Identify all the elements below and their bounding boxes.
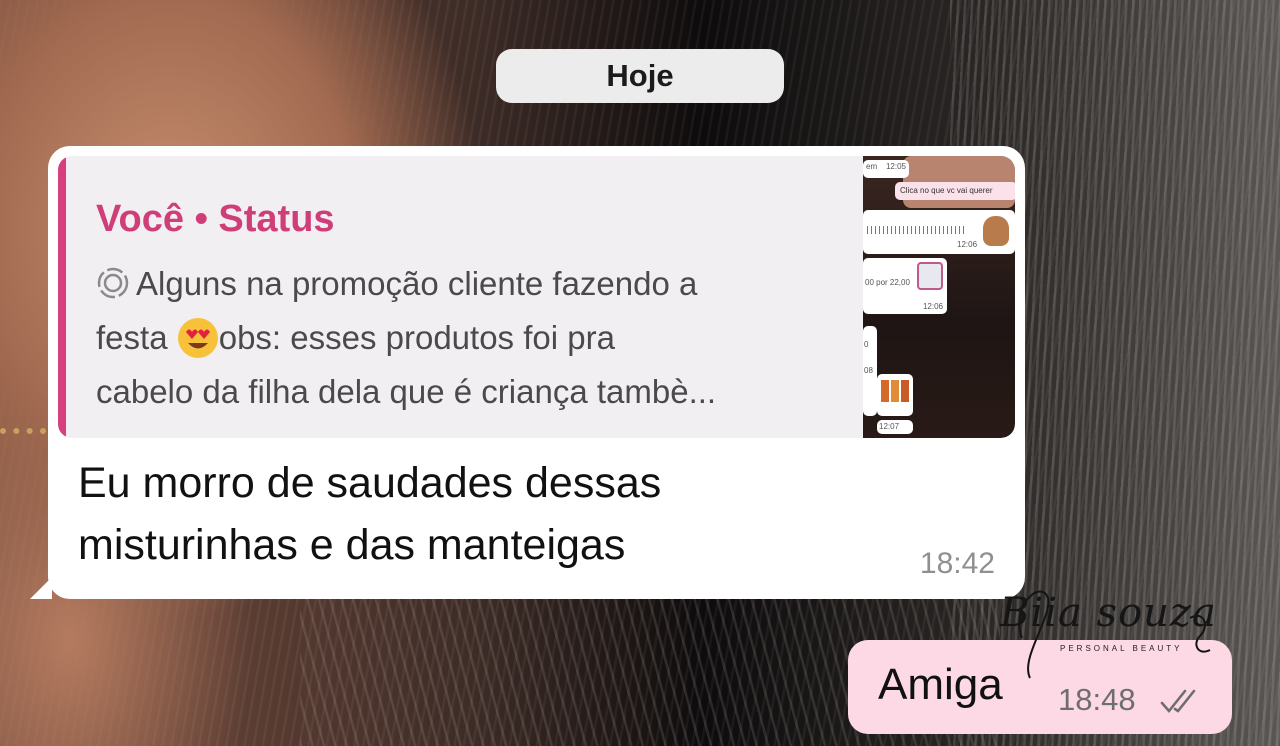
quote-sender: Você • Status xyxy=(96,198,335,240)
incoming-message-text: Eu morro de saudades dessas misturinhas … xyxy=(78,452,818,576)
teddy-bear-icon xyxy=(983,216,1009,246)
thumbnail-price-bubble: 00 por 22,00 12:06 xyxy=(863,258,947,314)
thumbnail-products-image xyxy=(877,374,913,416)
incoming-message-bubble[interactable]: Você • Status Alguns na promoção cliente… xyxy=(30,146,1025,599)
status-ring-icon xyxy=(97,267,129,299)
thumbnail-bubble: em 12:05 xyxy=(863,160,909,178)
quote-accent-bar xyxy=(58,156,66,438)
quote-snippet: Alguns na promoção cliente fazendo a fes… xyxy=(96,257,836,419)
outgoing-message-text: Amiga xyxy=(878,660,1003,709)
thumbnail-bubble: Clica no que vc vai querer xyxy=(895,182,1015,200)
message-line-2: misturinhas e das manteigas xyxy=(78,521,626,569)
thumbnail-products-bubble: 0 08 xyxy=(863,326,877,416)
heart-eyes-emoji-icon xyxy=(177,318,218,358)
watermark-logo: Biia souza PERSONAL BEAUTY xyxy=(1000,578,1230,698)
thumbnail-audio-bubble: 12:06 xyxy=(863,210,1015,254)
thumbnail-time-bubble: 12:07 xyxy=(877,420,913,434)
watermark-subtitle: PERSONAL BEAUTY xyxy=(1060,644,1183,653)
date-divider-label: Hoje xyxy=(606,58,674,93)
product-jar-icon xyxy=(917,262,943,290)
quote-snippet-line-1: Alguns na promoção cliente fazendo a xyxy=(136,265,698,302)
bubble-tail xyxy=(30,577,52,599)
watermark-name: Biia souza xyxy=(1000,590,1217,636)
quoted-status-reply[interactable]: Você • Status Alguns na promoção cliente… xyxy=(58,156,1015,438)
quote-snippet-line-2: festa xyxy=(96,319,168,356)
status-thumbnail[interactable]: em 12:05 Clica no que vc vai querer 12:0… xyxy=(863,156,1015,438)
quote-snippet-line-3: cabelo da filha dela que é criança tambè… xyxy=(96,373,717,410)
background-necklace xyxy=(0,428,46,456)
incoming-message-time: 18:42 xyxy=(919,547,995,580)
date-divider: Hoje xyxy=(496,49,784,103)
quote-snippet-line-2b: obs: esses produtos foi pra xyxy=(218,319,615,356)
message-line-1: Eu morro de saudades dessas xyxy=(78,459,662,507)
